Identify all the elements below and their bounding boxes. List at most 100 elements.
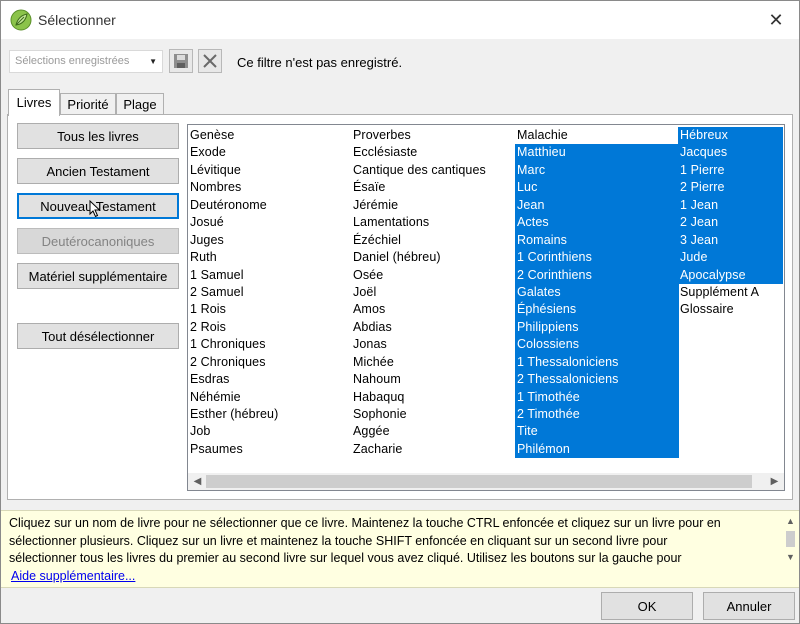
book-item[interactable]: Hébreux xyxy=(678,127,783,145)
book-item[interactable]: 1 Thessaloniciens xyxy=(515,353,679,372)
save-filter-button[interactable] xyxy=(169,49,193,73)
book-item[interactable]: 1 Corinthiens xyxy=(515,249,679,267)
book-item[interactable]: 1 Rois xyxy=(188,301,350,318)
book-item[interactable]: 2 Thessaloniciens xyxy=(515,371,679,389)
book-item[interactable]: Esther (hébreu) xyxy=(188,406,350,423)
book-item[interactable]: Actes xyxy=(515,214,679,232)
book-item[interactable]: Philippiens xyxy=(515,318,679,337)
supplementary-material-button[interactable]: Matériel supplémentaire xyxy=(17,263,179,289)
book-item[interactable]: Aggée xyxy=(351,423,514,440)
scroll-up-icon[interactable]: ▲ xyxy=(782,513,799,529)
book-list[interactable]: Genèse Exode Lévitique Nombres Deutéronome Jo… xyxy=(187,124,785,491)
help-vertical-scrollbar[interactable]: ▲ ▼ xyxy=(782,513,799,565)
book-item[interactable]: Deutéronome xyxy=(188,197,350,214)
window-title: Sélectionner xyxy=(38,12,116,28)
book-item[interactable]: Ésaïe xyxy=(351,179,514,196)
scroll-right-icon[interactable]: ▶ xyxy=(766,474,783,489)
book-item[interactable]: 2 Timothée xyxy=(515,406,679,424)
book-item[interactable]: Daniel (hébreu) xyxy=(351,249,514,266)
deselect-all-button[interactable]: Tout désélectionner xyxy=(17,323,179,349)
help-line: Cliquez sur un nom de livre pour ne séle… xyxy=(9,516,721,530)
all-books-button[interactable]: Tous les livres xyxy=(17,123,179,149)
book-item[interactable]: Jude xyxy=(678,249,783,267)
book-item[interactable]: 1 Samuel xyxy=(188,267,350,284)
book-item[interactable]: Abdias xyxy=(351,319,514,336)
old-testament-button[interactable]: Ancien Testament xyxy=(17,158,179,184)
book-item[interactable]: Ézéchiel xyxy=(351,232,514,249)
book-item[interactable]: Jérémie xyxy=(351,197,514,214)
book-item[interactable]: 1 Timothée xyxy=(515,388,679,406)
horizontal-scrollbar[interactable]: ◀ ▶ xyxy=(188,473,784,490)
book-item[interactable]: Sophonie xyxy=(351,406,514,423)
book-item[interactable]: Ruth xyxy=(188,249,350,266)
book-item[interactable]: 2 Samuel xyxy=(188,284,350,301)
book-item[interactable]: 2 Rois xyxy=(188,319,350,336)
select-dialog: Sélectionner ✕ Sélections enregistrées ▼… xyxy=(0,0,800,624)
book-item[interactable]: 2 Corinthiens xyxy=(515,266,679,284)
book-item[interactable]: Jean xyxy=(515,196,679,215)
help-panel: Cliquez sur un nom de livre pour ne séle… xyxy=(1,510,799,588)
delete-x-icon xyxy=(203,54,217,68)
book-item[interactable]: Psaumes xyxy=(188,441,350,458)
book-item[interactable]: Nahoum xyxy=(351,371,514,388)
book-item[interactable]: Juges xyxy=(188,232,350,249)
book-item[interactable]: Tite xyxy=(515,423,679,441)
scroll-thumb[interactable] xyxy=(206,475,752,488)
book-item[interactable]: Éphésiens xyxy=(515,301,679,319)
book-item[interactable]: 1 Pierre xyxy=(678,161,783,180)
book-item[interactable]: Apocalypse xyxy=(678,266,783,284)
book-item[interactable]: Osée xyxy=(351,267,514,284)
saved-selections-combo[interactable]: Sélections enregistrées ▼ xyxy=(9,50,163,73)
close-icon: ✕ xyxy=(768,9,784,30)
book-item[interactable]: 2 Jean xyxy=(678,214,783,232)
book-item[interactable]: 1 Chroniques xyxy=(188,336,350,353)
book-item[interactable]: Marc xyxy=(515,161,679,180)
book-item[interactable]: Néhémie xyxy=(188,389,350,406)
ok-button[interactable]: OK xyxy=(601,592,693,620)
title-bar: Sélectionner ✕ xyxy=(1,1,799,39)
tab-livres[interactable]: Livres xyxy=(8,89,60,116)
book-item[interactable]: 2 Chroniques xyxy=(188,354,350,371)
book-item[interactable]: Jonas xyxy=(351,336,514,353)
book-item[interactable]: Nombres xyxy=(188,179,350,196)
book-item[interactable]: Amos xyxy=(351,301,514,318)
book-item[interactable]: Esdras xyxy=(188,371,350,388)
book-item[interactable]: Supplément A xyxy=(678,284,783,301)
scroll-left-icon[interactable]: ◀ xyxy=(189,474,206,489)
book-item[interactable]: 3 Jean xyxy=(678,231,783,250)
deuterocanonical-button[interactable]: Deutérocanoniques xyxy=(17,228,179,254)
tab-plage[interactable]: Plage xyxy=(116,93,164,115)
book-item[interactable]: Exode xyxy=(188,144,350,161)
book-item[interactable]: Michée xyxy=(351,354,514,371)
cancel-button[interactable]: Annuler xyxy=(703,592,795,620)
book-item[interactable]: Josué xyxy=(188,214,350,231)
book-item[interactable]: Job xyxy=(188,423,350,440)
tab-priorite[interactable]: Priorité xyxy=(60,93,116,115)
book-item[interactable]: Lévitique xyxy=(188,162,350,179)
more-help-link[interactable]: Aide supplémentaire... xyxy=(11,569,135,583)
book-item[interactable]: Matthieu xyxy=(515,144,679,162)
book-item[interactable]: Lamentations xyxy=(351,214,514,231)
scroll-thumb[interactable] xyxy=(786,531,795,547)
close-button[interactable]: ✕ xyxy=(753,1,799,39)
book-item[interactable]: Ecclésiaste xyxy=(351,144,514,161)
saved-selections-placeholder: Sélections enregistrées xyxy=(15,55,130,67)
book-item[interactable]: Proverbes xyxy=(351,127,514,144)
book-item[interactable]: Genèse xyxy=(188,127,350,144)
book-item[interactable]: Malachie xyxy=(515,127,679,144)
book-item[interactable]: Habaquq xyxy=(351,389,514,406)
delete-filter-button[interactable] xyxy=(198,49,222,73)
book-item[interactable]: Cantique des cantiques xyxy=(351,162,514,179)
scroll-down-icon[interactable]: ▼ xyxy=(782,549,799,565)
book-item[interactable]: 1 Jean xyxy=(678,196,783,215)
book-item[interactable]: Zacharie xyxy=(351,441,514,458)
book-item[interactable]: Jacques xyxy=(678,144,783,162)
book-item[interactable]: Luc xyxy=(515,179,679,197)
book-item[interactable]: Romains xyxy=(515,231,679,250)
book-item[interactable]: Colossiens xyxy=(515,336,679,354)
book-item[interactable]: Joël xyxy=(351,284,514,301)
book-item[interactable]: 2 Pierre xyxy=(678,179,783,197)
book-item[interactable]: Philémon xyxy=(515,440,679,459)
book-item[interactable]: Glossaire xyxy=(678,301,783,318)
book-item[interactable]: Galates xyxy=(515,283,679,302)
